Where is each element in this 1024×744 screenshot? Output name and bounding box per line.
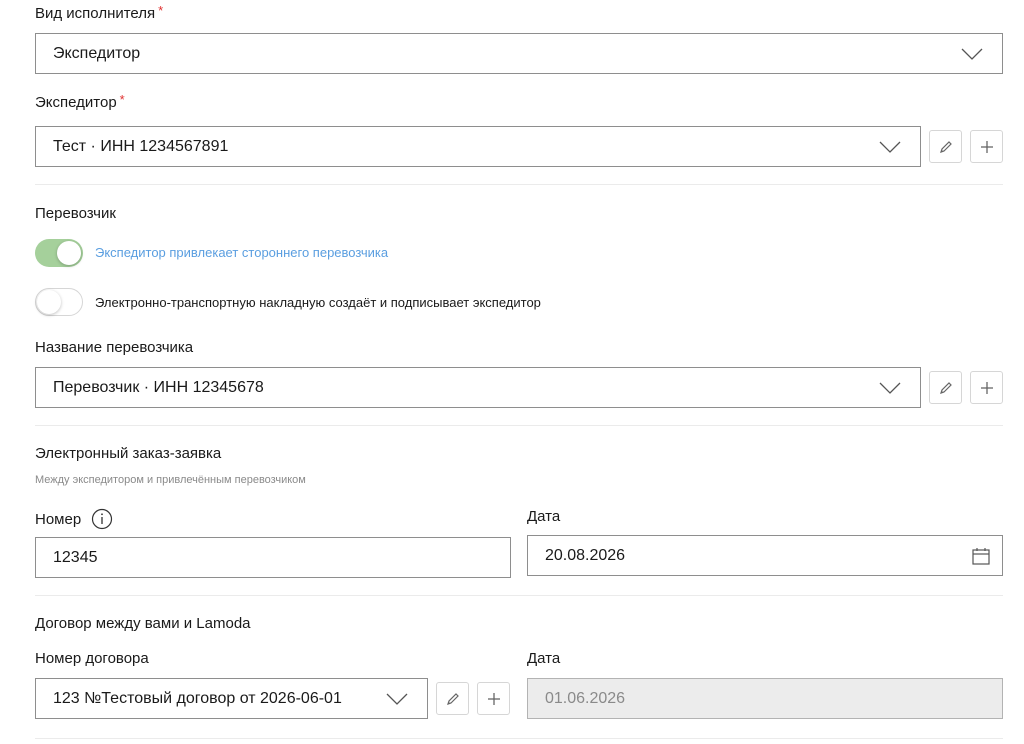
carrier-section-title: Перевозчик [35,205,116,222]
order-date-label: Дата [527,508,561,525]
contract-number-select[interactable]: 123 №Тестовый договор от 2026-06-01 [35,678,428,719]
third-party-carrier-label: Экспедитор привлекает стороннего перевоз… [95,245,389,260]
executor-type-value: Экспедитор [53,44,141,62]
pencil-icon [939,381,952,394]
carrier-name-select[interactable]: Перевозчик · ИНН 12345678 [35,367,921,408]
contract-title: Договор между вами и Lamoda [35,615,251,632]
contract-number-value: 123 №Тестовый договор от 2026-06-01 [53,689,342,707]
divider [35,738,1003,739]
order-subtitle: Между экспедитором и привлечённым перево… [35,474,306,486]
waybill-label: Электронно-транспортную накладную создаё… [95,295,541,310]
carrier-name-label: Название перевозчика [35,339,194,356]
contract-date-value: 01.06.2026 [545,689,626,707]
executor-type-label-text: Вид исполнителя [35,5,156,22]
forwarder-select[interactable]: Тест · ИНН 1234567891 [35,126,921,167]
add-carrier-button[interactable] [970,371,1003,404]
toggle-knob [57,241,81,265]
order-date-input[interactable]: 20.08.2026 [527,535,1003,576]
third-party-carrier-toggle[interactable] [35,239,83,267]
edit-forwarder-button[interactable] [929,130,962,163]
plus-icon [980,140,993,153]
chevron-down-icon [879,382,901,394]
order-number-label-text: Номер [35,510,82,528]
required-mark: * [119,92,125,107]
forwarder-label-text: Экспедитор [35,94,117,111]
chevron-down-icon [879,141,901,153]
contract-date-label: Дата [527,650,561,667]
required-mark: * [158,3,164,18]
forwarder-value: Тест · ИНН 1234567891 [53,137,229,155]
order-title: Электронный заказ-заявка [35,445,222,462]
toggle-knob [37,290,61,314]
contract-number-label: Номер договора [35,650,149,667]
add-contract-button[interactable] [477,682,510,715]
chevron-down-icon [386,693,408,705]
executor-type-label: Вид исполнителя * [35,3,164,22]
order-number-value: 12345 [53,548,98,566]
divider [35,425,1003,426]
executor-type-select[interactable]: Экспедитор [35,33,1003,74]
carrier-name-value: Перевозчик · ИНН 12345678 [53,378,264,396]
chevron-down-icon [961,48,983,60]
info-icon[interactable] [91,508,113,530]
plus-icon [980,381,993,394]
divider [35,184,1003,185]
divider [35,595,1003,596]
pencil-icon [446,692,459,705]
waybill-toggle[interactable] [35,288,83,316]
forwarder-label: Экспедитор * [35,92,125,111]
order-number-input[interactable]: 12345 [35,537,511,578]
edit-contract-button[interactable] [436,682,469,715]
plus-icon [487,692,500,705]
order-number-label: Номер [35,508,113,530]
edit-carrier-button[interactable] [929,371,962,404]
contract-date-input: 01.06.2026 [527,678,1003,719]
add-forwarder-button[interactable] [970,130,1003,163]
order-date-value: 20.08.2026 [545,546,626,564]
calendar-icon[interactable] [971,546,991,566]
pencil-icon [939,140,952,153]
